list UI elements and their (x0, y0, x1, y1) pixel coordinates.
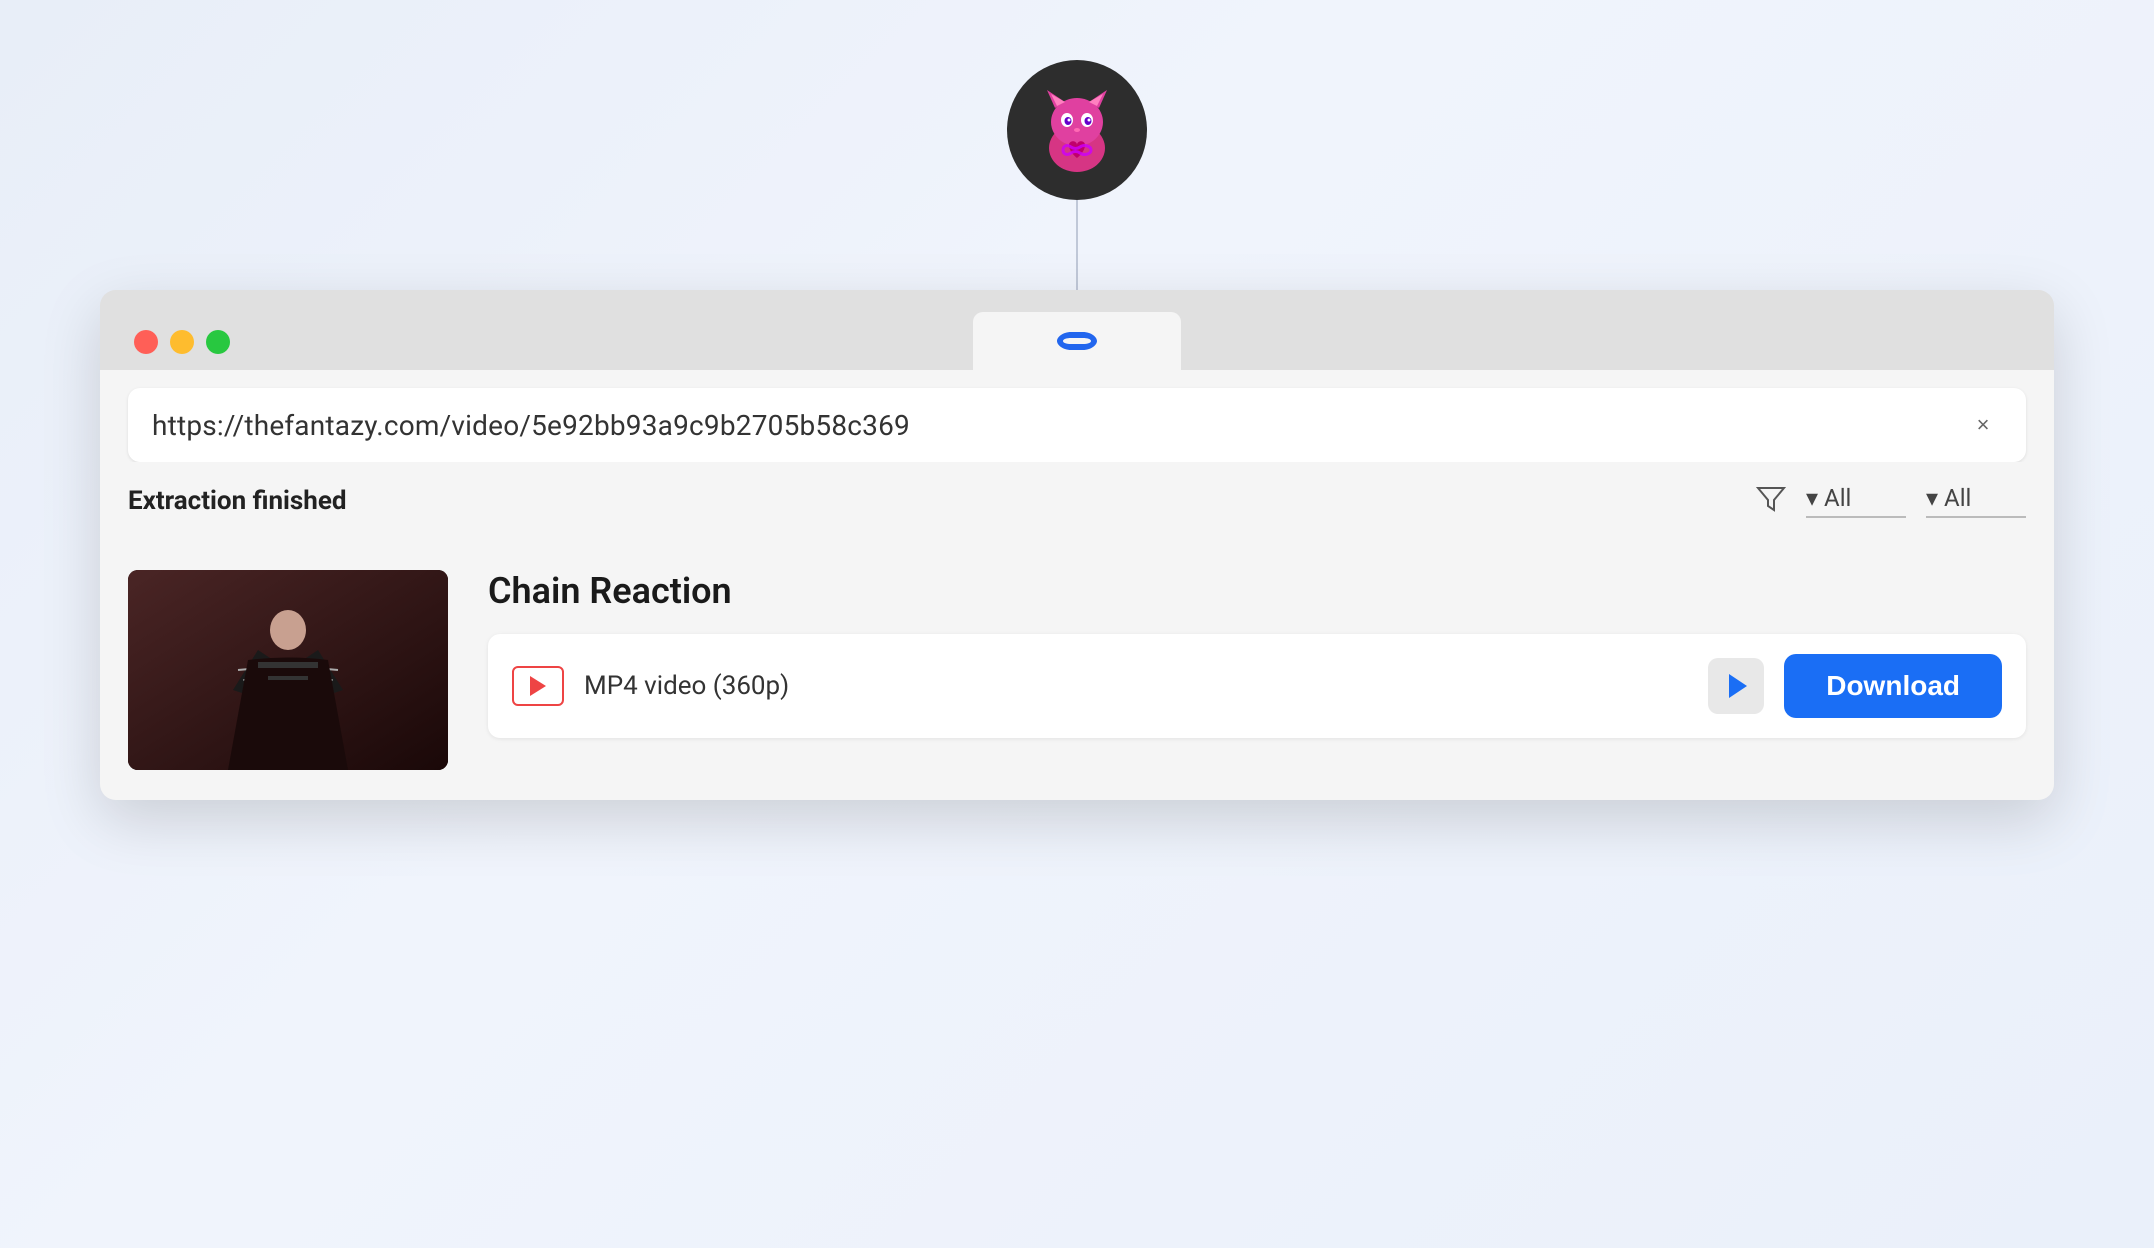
filter-bar: Extraction finished ▾ All ▾ All (100, 462, 2054, 540)
active-tab[interactable] (973, 312, 1181, 370)
video-row: Chain Reaction MP4 video (360p) Download (128, 570, 2026, 770)
clear-url-button[interactable]: × (1964, 406, 2002, 444)
browser-window: https://thefantazy.com/video/5e92bb93a9c… (100, 290, 2054, 800)
app-icon (1007, 60, 1147, 200)
quality-filter-dropdown[interactable]: ▾ All (1926, 484, 2026, 518)
app-icon-area (1007, 60, 1147, 320)
preview-play-icon (1729, 674, 1747, 698)
filter-icon[interactable] (1756, 484, 1786, 518)
chain-link-icon (1053, 326, 1101, 356)
mp4-video-icon (512, 666, 564, 706)
url-text: https://thefantazy.com/video/5e92bb93a9c… (152, 409, 1964, 442)
dropdown-arrow-1: ▾ (1806, 484, 1818, 512)
format-filter-value: All (1824, 484, 1851, 512)
url-bar: https://thefantazy.com/video/5e92bb93a9c… (128, 388, 2026, 462)
video-info: Chain Reaction MP4 video (360p) Download (488, 570, 2026, 738)
dropdown-arrow-2: ▾ (1926, 484, 1938, 512)
mascot-svg (1027, 80, 1127, 180)
thumbnail-inner (128, 570, 448, 770)
format-filter-dropdown[interactable]: ▾ All (1806, 484, 1906, 518)
tab-bar (124, 312, 2030, 370)
quality-filter-value: All (1944, 484, 1971, 512)
preview-button[interactable] (1708, 658, 1764, 714)
video-title: Chain Reaction (488, 570, 2026, 612)
thumbnail-svg (128, 570, 448, 770)
video-thumbnail (128, 570, 448, 770)
format-label: MP4 video (360p) (584, 671, 1688, 701)
url-bar-area: https://thefantazy.com/video/5e92bb93a9c… (100, 370, 2054, 462)
play-triangle-icon (530, 676, 546, 696)
format-row: MP4 video (360p) Download (488, 634, 2026, 738)
extraction-status: Extraction finished (128, 486, 1736, 516)
download-button[interactable]: Download (1784, 654, 2002, 718)
title-bar (100, 290, 2054, 370)
content-area: Chain Reaction MP4 video (360p) Download (100, 540, 2054, 800)
